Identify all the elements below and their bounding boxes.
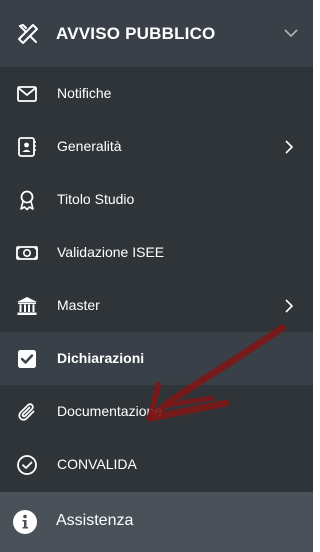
menu-item-label: Master xyxy=(57,297,100,313)
award-icon xyxy=(20,190,34,211)
check-square-icon xyxy=(18,350,36,368)
info-circle-icon xyxy=(13,510,37,534)
id-card-icon xyxy=(18,137,36,157)
sidebar-menu: Notifiche Generalità Titolo Studio Valid… xyxy=(0,67,313,491)
chevron-right-icon xyxy=(285,299,294,313)
menu-item-label: Validazione ISEE xyxy=(57,244,165,260)
sidebar-header[interactable]: AVVISO PUBBLICO xyxy=(0,0,313,67)
menu-item-label: Notifiche xyxy=(57,85,112,101)
paperclip-icon xyxy=(18,403,35,421)
menu-item-label: CONVALIDA xyxy=(57,456,137,472)
menu-item-documentazione[interactable]: Documentazione xyxy=(0,385,313,438)
menu-item-label: Generalità xyxy=(57,138,122,154)
menu-item-dichiarazioni[interactable]: Dichiarazioni xyxy=(0,332,313,385)
chevron-down-icon[interactable] xyxy=(284,28,298,38)
chevron-right-icon xyxy=(285,140,294,154)
sidebar: AVVISO PUBBLICO Notifiche Generalità Tit… xyxy=(0,0,313,552)
university-icon xyxy=(17,297,37,315)
menu-item-master[interactable]: Master xyxy=(0,279,313,332)
envelope-icon xyxy=(17,86,37,102)
menu-item-notifiche[interactable]: Notifiche xyxy=(0,67,313,120)
check-circle-icon xyxy=(17,455,37,475)
menu-item-label: Documentazione xyxy=(57,403,163,419)
menu-item-generalita[interactable]: Generalità xyxy=(0,120,313,173)
menu-item-convalida[interactable]: CONVALIDA xyxy=(0,438,313,491)
sidebar-title: AVVISO PUBBLICO xyxy=(56,24,216,43)
menu-item-titolo-studio[interactable]: Titolo Studio xyxy=(0,173,313,226)
money-bill-icon xyxy=(16,246,38,260)
assistenza-button[interactable]: Assistenza xyxy=(0,492,313,552)
menu-item-label: Titolo Studio xyxy=(57,191,135,207)
tools-icon xyxy=(18,24,38,44)
assistenza-label: Assistenza xyxy=(56,512,134,529)
menu-item-label: Dichiarazioni xyxy=(57,350,145,366)
menu-item-validazione-isee[interactable]: Validazione ISEE xyxy=(0,226,313,279)
